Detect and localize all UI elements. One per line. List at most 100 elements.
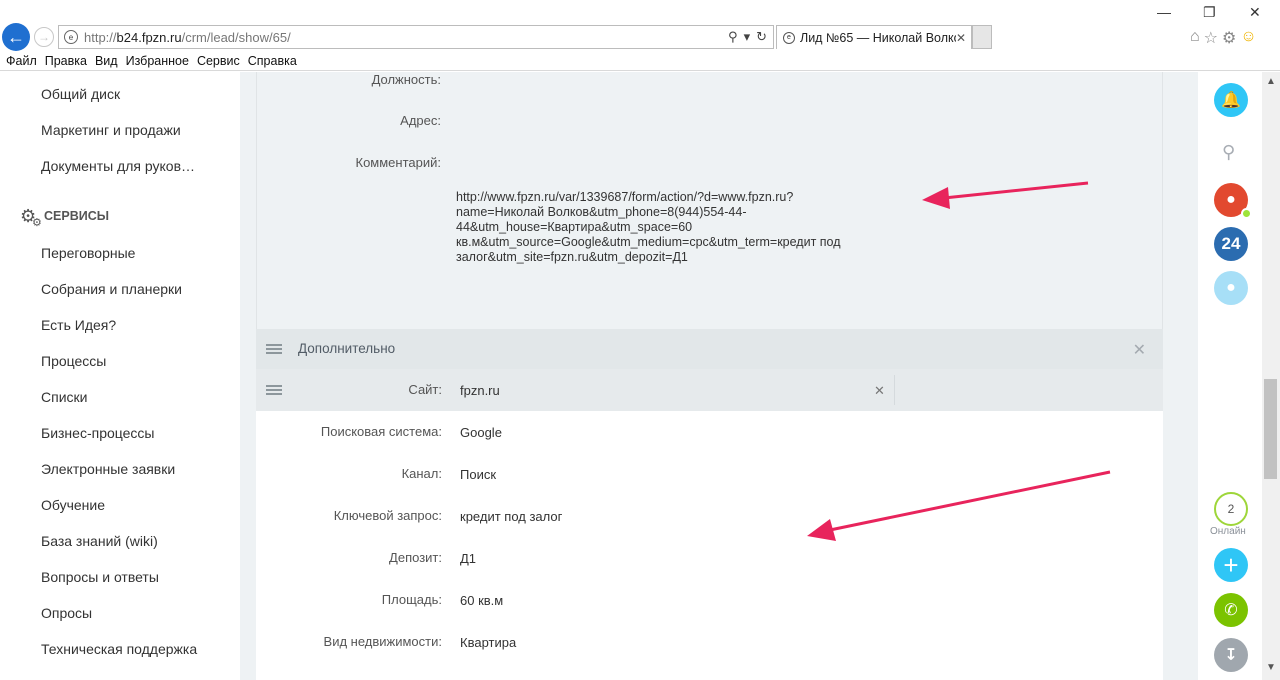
additional-section-header: Дополнительно ✕ xyxy=(256,329,1163,369)
gears-icon: ⚙ ⚙ xyxy=(20,206,42,229)
comment-label: Комментарий: xyxy=(355,155,442,170)
gear-icon[interactable]: ⚙ xyxy=(1222,28,1236,48)
site-row[interactable]: ✕ xyxy=(256,369,1163,411)
browser-tab[interactable]: e Лид №65 — Николай Волков ✕ xyxy=(776,25,972,49)
plus-icon[interactable]: + xyxy=(1214,548,1248,582)
section-title: СЕРВИСЫ xyxy=(44,209,109,223)
section-title-additional: Дополнительно xyxy=(298,341,396,356)
scroll-thumb[interactable] xyxy=(1264,379,1277,479)
url-prefix: http:// xyxy=(84,29,117,45)
search-engine-value: Google xyxy=(460,425,502,440)
page-scrollbar[interactable]: ▲ ▼ xyxy=(1262,72,1280,680)
scroll-up-icon[interactable]: ▲ xyxy=(1266,76,1276,87)
tab-title: Лид №65 — Николай Волков xyxy=(800,30,956,45)
back-arrow-icon[interactable]: ← xyxy=(2,23,30,51)
property-type-value: Квартира xyxy=(460,635,517,650)
window-close-icon[interactable]: ✕ xyxy=(1249,4,1261,21)
menu-bar: Файл Правка Вид Избранное Сервис Справка xyxy=(0,52,1280,71)
minimize-icon[interactable]: — xyxy=(1157,4,1171,20)
sidebar-item-learning[interactable]: Обучение xyxy=(41,497,105,513)
address-bar[interactable]: e http://b24.fpzn.ru/crm/lead/show/65/ ⚲… xyxy=(58,25,774,49)
channel-label: Канал: xyxy=(401,466,442,481)
sidebar-item-documents[interactable]: Документы для руков… xyxy=(41,158,195,174)
online-status-dot xyxy=(1241,208,1252,219)
user-icon[interactable]: ● xyxy=(1214,271,1248,305)
restore-icon[interactable]: ❐ xyxy=(1203,4,1216,21)
comment-line: 44&utm_house=Квартира&utm_space=60 xyxy=(456,220,693,234)
sidebar-item-meetings[interactable]: Собрания и планерки xyxy=(41,281,182,297)
online-counter[interactable]: 2 xyxy=(1214,492,1248,526)
comment-value: http://www.fpzn.ru/var/1339687/form/acti… xyxy=(456,190,876,265)
scroll-down-icon[interactable]: ▼ xyxy=(1266,662,1276,673)
search-icon[interactable]: ⚲ xyxy=(1222,142,1235,163)
sidebar-item-marketing[interactable]: Маркетинг и продажи xyxy=(41,122,181,138)
sidebar-item-qa[interactable]: Вопросы и ответы xyxy=(41,569,159,585)
keyword-label: Ключевой запрос: xyxy=(333,508,442,523)
forward-arrow-icon[interactable]: → xyxy=(34,27,54,47)
online-label: Онлайн xyxy=(1210,526,1246,537)
sidebar-item-e-requests[interactable]: Электронные заявки xyxy=(41,461,175,477)
close-icon[interactable]: ✕ xyxy=(956,31,966,45)
address-label: Адрес: xyxy=(400,113,441,128)
url-path: /crm/lead/show/65/ xyxy=(181,29,291,45)
search-icon[interactable]: ⚲ xyxy=(728,29,738,45)
area-value: 60 кв.м xyxy=(460,593,504,608)
lead-card: Должность: Адрес: Комментарий: http://ww… xyxy=(256,72,1163,680)
site-field[interactable] xyxy=(455,375,895,405)
star-icon[interactable]: ☆ xyxy=(1204,28,1218,48)
tab-site-icon: e xyxy=(783,31,795,44)
deposit-label: Депозит: xyxy=(389,550,442,565)
site-label: Сайт: xyxy=(408,382,442,397)
sidebar-item-lists[interactable]: Списки xyxy=(41,389,87,405)
deposit-value: Д1 xyxy=(460,551,477,566)
menu-view[interactable]: Вид xyxy=(95,54,118,68)
url-host: b24.fpzn.ru xyxy=(116,29,182,45)
bell-icon[interactable]: 🔔 xyxy=(1214,83,1248,117)
drag-handle-icon[interactable] xyxy=(266,383,282,397)
menu-tools[interactable]: Сервис xyxy=(197,54,240,68)
bitrix24-icon[interactable]: 24 xyxy=(1214,227,1248,261)
sidebar-item-shared-disk[interactable]: Общий диск xyxy=(41,86,120,102)
right-toolbar: 🔔 ⚲ ● 24 ● 2 Онлайн + ✆ ↧ xyxy=(1198,72,1262,680)
menu-file[interactable]: Файл xyxy=(6,54,37,68)
chevron-down-icon[interactable]: ▾ xyxy=(744,29,751,45)
menu-edit[interactable]: Правка xyxy=(45,54,87,68)
comment-line: залог&utm_site=fpzn.ru&utm_depozit=Д1 xyxy=(456,250,688,264)
sidebar-item-ideas[interactable]: Есть Идея? xyxy=(41,317,116,333)
site-icon: e xyxy=(64,30,78,44)
menu-help[interactable]: Справка xyxy=(248,54,297,68)
drag-handle-icon[interactable] xyxy=(266,342,282,356)
home-icon[interactable]: ⌂ xyxy=(1190,28,1200,48)
area-label: Площадь: xyxy=(381,592,442,607)
contact-section: Должность: Адрес: Комментарий: http://ww… xyxy=(256,72,1163,329)
site-value: fpzn.ru xyxy=(460,383,500,398)
sidebar-item-business-processes[interactable]: Бизнес-процессы xyxy=(41,425,154,441)
sidebar-item-processes[interactable]: Процессы xyxy=(41,353,106,369)
online-count: 2 xyxy=(1227,502,1235,516)
refresh-icon[interactable]: ↻ xyxy=(756,29,767,45)
sidebar-item-meeting-rooms[interactable]: Переговорные xyxy=(41,245,135,261)
smiley-icon[interactable]: ☺ xyxy=(1240,28,1256,48)
url-text[interactable]: http://b24.fpzn.ru/crm/lead/show/65/ xyxy=(84,30,728,45)
sidebar-item-support[interactable]: Техническая поддержка xyxy=(41,641,197,657)
sidebar-section-services[interactable]: ⚙ ⚙ СЕРВИСЫ xyxy=(20,206,109,229)
comment-line: кв.м&utm_source=Google&utm_medium=cpc&ut… xyxy=(456,235,841,249)
sidebar-item-wiki[interactable]: База знаний (wiki) xyxy=(41,533,158,549)
download-icon[interactable]: ↧ xyxy=(1214,638,1248,672)
b24-label: 24 xyxy=(1221,234,1241,253)
property-type-label: Вид недвижимости: xyxy=(323,634,442,649)
clear-icon[interactable]: ✕ xyxy=(874,383,885,399)
right-gap xyxy=(1182,72,1198,680)
channel-value: Поиск xyxy=(460,467,497,482)
new-tab-button[interactable] xyxy=(972,25,992,49)
comment-line: name=Николай Волков&utm_phone=8(944)554-… xyxy=(456,205,747,219)
position-label: Должность: xyxy=(371,72,441,87)
keyword-value: кредит под залог xyxy=(460,509,563,524)
additional-fields: ✕ Сайт: fpzn.ru Поисковая система: Googl… xyxy=(256,369,1163,680)
browser-titlebar: ← → e http://b24.fpzn.ru/crm/lead/show/6… xyxy=(0,0,1280,52)
phone-icon[interactable]: ✆ xyxy=(1214,593,1248,627)
menu-favorites[interactable]: Избранное xyxy=(126,54,189,68)
search-engine-label: Поисковая система: xyxy=(320,424,442,439)
sidebar-item-polls[interactable]: Опросы xyxy=(41,605,92,621)
close-icon[interactable]: ✕ xyxy=(1133,340,1146,360)
